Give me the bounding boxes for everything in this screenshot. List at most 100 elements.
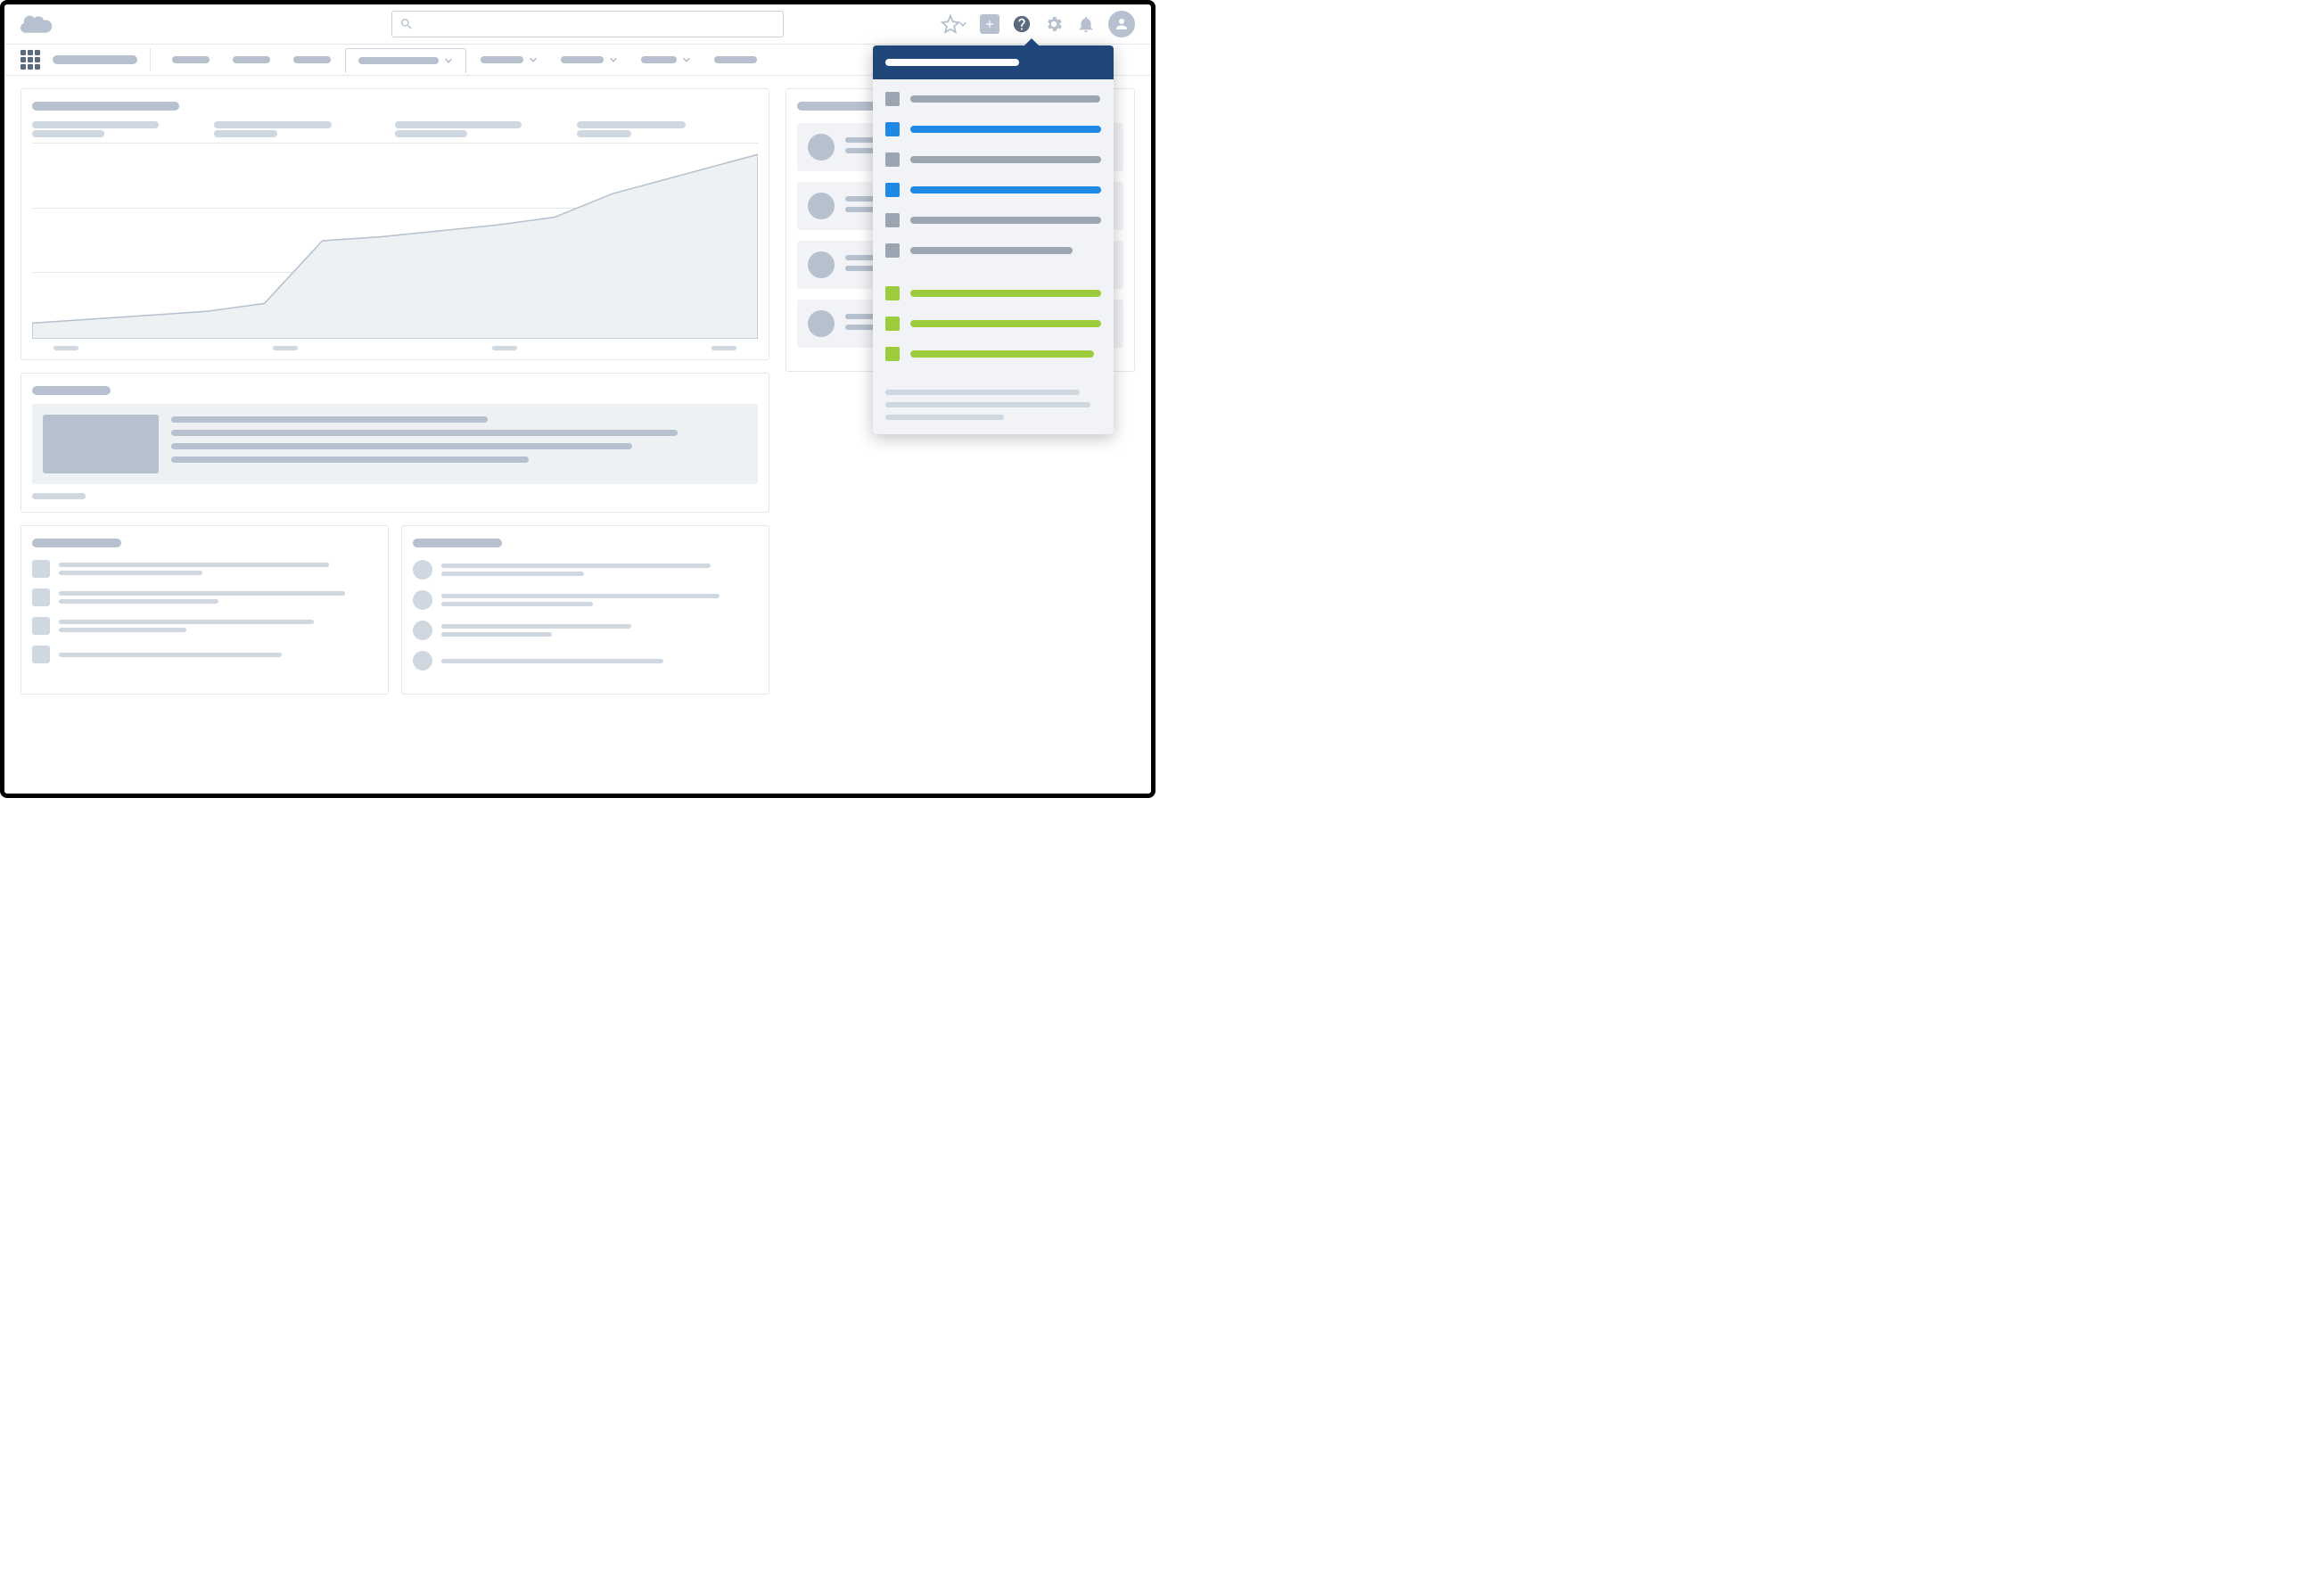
nav-item-7[interactable] (705, 53, 766, 67)
chart-col-0 (32, 119, 214, 139)
nav-item-3[interactable] (345, 48, 466, 73)
avatar (808, 310, 835, 337)
list-item[interactable] (413, 590, 758, 610)
help-link[interactable] (885, 347, 1101, 361)
global-search (391, 11, 784, 37)
bell-icon[interactable] (1076, 14, 1096, 34)
item-icon (32, 588, 50, 606)
list-item[interactable] (413, 560, 758, 580)
link-icon (885, 183, 900, 197)
link-icon (885, 213, 900, 227)
panel-b (401, 525, 769, 695)
item-icon (32, 646, 50, 663)
media-text (171, 415, 747, 473)
help-link[interactable] (885, 122, 1101, 136)
help-link[interactable] (885, 213, 1101, 227)
help-link[interactable] (885, 92, 1101, 106)
avatar-icon (413, 590, 432, 610)
media-card (21, 373, 769, 513)
gear-icon[interactable] (1044, 14, 1064, 34)
x-tick (492, 346, 517, 350)
link-icon (885, 317, 900, 331)
chart-summary-columns (32, 119, 758, 139)
plus-icon (983, 18, 996, 30)
chart-card (21, 88, 769, 360)
chevron-down-icon (958, 20, 967, 29)
nav-item-5[interactable] (552, 52, 627, 68)
help-link[interactable] (885, 286, 1101, 300)
footer-text (885, 390, 1080, 395)
chevron-down-icon (444, 56, 453, 65)
help-link[interactable] (885, 152, 1101, 167)
nav-item-2[interactable] (284, 53, 340, 67)
avatar (808, 193, 835, 219)
left-column (21, 88, 769, 695)
salesforce-logo (21, 13, 53, 35)
favorites-menu[interactable] (941, 14, 967, 34)
avatar-icon (413, 621, 432, 640)
chevron-down-icon (529, 55, 538, 64)
chart-x-axis (32, 339, 758, 350)
link-icon (885, 92, 900, 106)
avatar-icon (413, 651, 432, 670)
popover-header (873, 45, 1114, 79)
global-header (4, 4, 1151, 44)
link-icon (885, 152, 900, 167)
footer-text (885, 415, 1004, 420)
bottom-panels (21, 525, 769, 695)
chevron-down-icon (609, 55, 618, 64)
star-icon (941, 14, 960, 34)
help-popover (873, 45, 1114, 434)
avatar (808, 251, 835, 278)
nav-item-0[interactable] (163, 53, 218, 67)
x-tick (273, 346, 298, 350)
item-icon (32, 617, 50, 635)
avatar-icon (413, 560, 432, 580)
app-launcher-button[interactable] (21, 50, 40, 70)
media-card-title (32, 386, 111, 395)
list-item[interactable] (32, 646, 377, 663)
nav-item-1[interactable] (224, 53, 279, 67)
panel-b-title (413, 539, 502, 547)
nav-item-4[interactable] (472, 52, 547, 68)
help-link[interactable] (885, 317, 1101, 331)
search-input[interactable] (391, 11, 784, 37)
global-add-button[interactable] (980, 14, 999, 34)
link-icon (885, 243, 900, 258)
header-utility-icons (941, 11, 1135, 37)
popover-title (885, 59, 1019, 66)
list-item[interactable] (32, 588, 377, 606)
media-thumbnail (43, 415, 159, 473)
link-icon (885, 286, 900, 300)
popover-body (873, 79, 1114, 434)
media-card-footer[interactable] (32, 493, 86, 499)
list-item[interactable] (413, 651, 758, 670)
link-icon (885, 122, 900, 136)
chart-col-1 (214, 119, 396, 139)
nav-item-6[interactable] (632, 52, 700, 68)
help-icon[interactable] (1012, 14, 1032, 34)
x-tick (53, 346, 78, 350)
help-link[interactable] (885, 243, 1101, 258)
chevron-down-icon (682, 55, 691, 64)
nav-divider (150, 48, 151, 71)
panel-a (21, 525, 389, 695)
help-link[interactable] (885, 183, 1101, 197)
list-item[interactable] (413, 621, 758, 640)
nav-tabs (163, 47, 766, 72)
media-card-body[interactable] (32, 404, 758, 484)
chart-plot-area (32, 143, 758, 339)
chart-col-3 (577, 119, 759, 139)
footer-text (885, 402, 1090, 407)
person-icon (1114, 16, 1130, 32)
app-name (53, 55, 137, 64)
profile-avatar[interactable] (1108, 11, 1135, 37)
list-item[interactable] (32, 617, 377, 635)
panel-a-title (32, 539, 121, 547)
item-icon (32, 560, 50, 578)
list-item[interactable] (32, 560, 377, 578)
chart-col-2 (395, 119, 577, 139)
chart-title (32, 102, 179, 111)
search-icon (399, 17, 414, 31)
popover-footer (885, 390, 1101, 420)
